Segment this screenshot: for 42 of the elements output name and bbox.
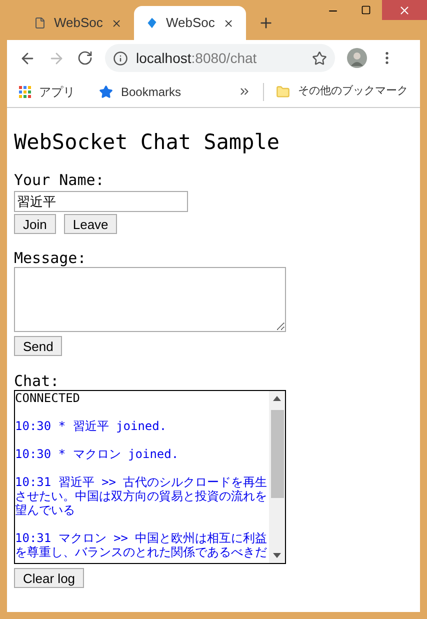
join-button[interactable]: Join: [14, 214, 56, 234]
url-text: localhost:8080/chat: [136, 48, 257, 68]
star-icon: [99, 84, 113, 98]
name-field[interactable]: 習近平: [14, 191, 188, 212]
diamond-logo-icon: [146, 16, 158, 30]
chat-message: 10:31 マクロン >> 中国と欧州は相互に利益を尊重し、バランスのとれた関係であるべきだ: [15, 530, 268, 558]
message-field[interactable]: [14, 266, 286, 332]
tab-title: WebSoc: [166, 14, 215, 32]
scroll-down-icon[interactable]: [273, 552, 281, 558]
name-label: Your Name:: [14, 172, 106, 188]
close-icon: [398, 4, 411, 16]
close-window-button[interactable]: [382, 0, 427, 20]
new-tab-icon[interactable]: [258, 15, 274, 31]
scrollbar[interactable]: [269, 390, 285, 562]
scrollbar-thumb[interactable]: [270, 410, 284, 498]
page-heading: WebSocket Chat Sample: [14, 129, 281, 156]
chat-message: 10:31 習近平 >> 古代のシルクロードを再生させたい。中国は双方向の貿易と投資の流れを望んでいる: [15, 474, 268, 516]
message-label: Message:: [14, 250, 88, 266]
chat-label: Chat:: [14, 372, 60, 390]
address-bar[interactable]: localhost:8080/chat: [105, 44, 335, 72]
maximize-icon[interactable]: [361, 5, 371, 15]
apps-grid-icon[interactable]: [19, 86, 31, 98]
status-line: CONNECTED: [15, 390, 82, 404]
tab-title: WebSoc: [54, 14, 103, 32]
send-button[interactable]: Send: [14, 336, 62, 356]
apps-bookmark[interactable]: アプリ: [39, 82, 75, 100]
chat-message: 10:30 * 習近平 joined.: [15, 418, 168, 432]
browser-tab[interactable]: WebSoc: [22, 6, 134, 40]
page-icon: [34, 16, 46, 30]
browser-tab[interactable]: WebSoc: [134, 6, 246, 40]
clear-log-button[interactable]: Clear log: [14, 568, 84, 588]
chat-message: 10:30 * マクロン joined.: [15, 446, 180, 460]
folder-icon: [276, 84, 290, 98]
other-bookmarks-link[interactable]: その他のブックマーク: [298, 83, 408, 100]
leave-button[interactable]: Leave: [64, 214, 118, 234]
bookmarks-link[interactable]: Bookmarks: [121, 82, 182, 100]
info-icon: [113, 50, 128, 66]
bookmark-star-icon[interactable]: [312, 50, 327, 66]
more-bookmarks-icon[interactable]: [238, 85, 251, 98]
scroll-up-icon[interactable]: [273, 396, 281, 400]
avatar-icon[interactable]: [347, 48, 367, 68]
reload-icon[interactable]: [77, 50, 93, 66]
